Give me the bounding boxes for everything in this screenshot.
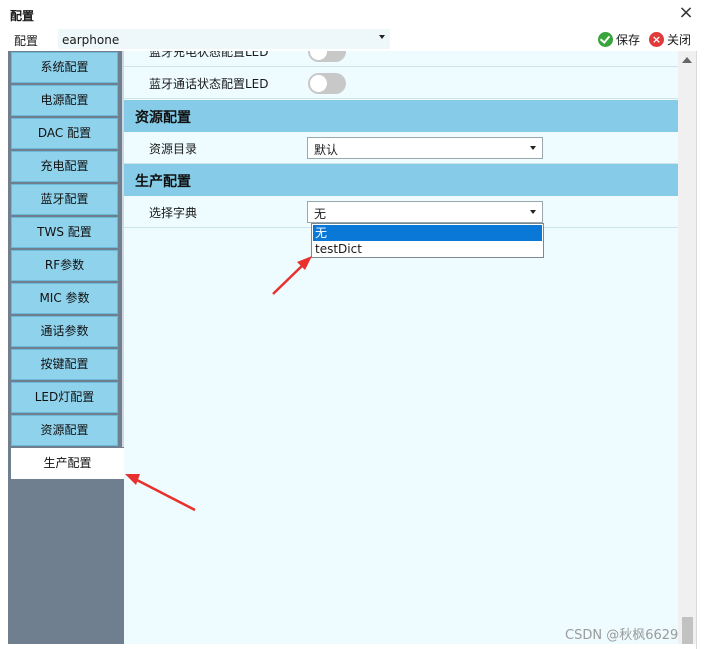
toolbar: 配置 earphone 保存 × 关闭 xyxy=(0,28,704,50)
sidebar-item-call[interactable]: 通话参数 xyxy=(11,316,118,347)
setting-row-charge-led: 蓝牙充电状态配置LED xyxy=(124,51,678,67)
dropdown-option[interactable]: testDict xyxy=(313,241,542,257)
sidebar-item-charge[interactable]: 充电配置 xyxy=(11,151,118,182)
section-title: 生产配置 xyxy=(135,174,191,190)
dropdown-option[interactable]: 无 xyxy=(313,225,542,241)
config-window: 配置 × 配置 earphone 保存 × 关闭 系统配置 电源配置 DAC 配… xyxy=(0,0,712,649)
setting-label: 蓝牙通话状态配置LED xyxy=(149,77,269,91)
setting-label: 蓝牙充电状态配置LED xyxy=(149,51,269,59)
resource-dir-select[interactable]: 默认 xyxy=(307,137,543,159)
sidebar-item-production[interactable]: 生产配置 xyxy=(11,448,124,479)
dict-select-value: 无 xyxy=(314,207,327,221)
setting-row-resource-dir: 资源目录 默认 xyxy=(124,132,678,164)
dict-dropdown-list: 无 testDict xyxy=(311,223,544,258)
title-bar: 配置 × xyxy=(0,0,704,28)
watermark: CSDN @秋枫6629 xyxy=(565,628,679,643)
sidebar-item-tws[interactable]: TWS 配置 xyxy=(11,217,118,248)
window-edge xyxy=(696,51,712,649)
scrollbar-thumb[interactable] xyxy=(682,617,693,644)
toolbar-config-label: 配置 xyxy=(14,34,39,48)
setting-label: 选择字典 xyxy=(149,206,198,220)
call-led-toggle[interactable] xyxy=(308,73,346,94)
section-title: 资源配置 xyxy=(135,110,191,126)
charge-led-toggle[interactable] xyxy=(308,51,346,62)
section-header-production: 生产配置 xyxy=(124,164,678,196)
scrollbar-track[interactable] xyxy=(682,73,692,617)
save-button-label: 保存 xyxy=(616,32,641,47)
sidebar-item-mic[interactable]: MIC 参数 xyxy=(11,283,118,314)
sidebar: 系统配置 电源配置 DAC 配置 充电配置 蓝牙配置 TWS 配置 RF参数 M… xyxy=(8,51,126,644)
save-button[interactable]: 保存 xyxy=(598,30,640,48)
chevron-down-icon xyxy=(379,35,385,39)
close-window-icon[interactable]: × xyxy=(676,3,696,23)
resource-dir-value: 默认 xyxy=(314,143,339,157)
section-header-resource: 资源配置 xyxy=(124,100,678,132)
setting-row-call-led: 蓝牙通话状态配置LED xyxy=(124,67,678,99)
chevron-down-icon xyxy=(530,146,536,150)
check-circle-icon xyxy=(598,31,613,47)
project-select[interactable]: earphone xyxy=(58,29,390,49)
main-scrollbar[interactable] xyxy=(678,51,696,644)
sidebar-item-bluetooth[interactable]: 蓝牙配置 xyxy=(11,184,118,215)
sidebar-item-keys[interactable]: 按键配置 xyxy=(11,349,118,380)
close-button[interactable]: × 关闭 xyxy=(649,30,691,48)
sidebar-item-led[interactable]: LED灯配置 xyxy=(11,382,118,413)
setting-label: 资源目录 xyxy=(149,142,198,156)
sidebar-item-dac[interactable]: DAC 配置 xyxy=(11,118,118,149)
chevron-down-icon xyxy=(530,210,536,214)
sidebar-item-resource[interactable]: 资源配置 xyxy=(11,415,118,446)
window-title: 配置 xyxy=(10,9,35,23)
sidebar-item-rf[interactable]: RF参数 xyxy=(11,250,118,281)
sidebar-item-system[interactable]: 系统配置 xyxy=(11,52,118,83)
scroll-up-icon[interactable] xyxy=(682,57,692,63)
config-panel: 蓝牙充电状态配置LED 蓝牙通话状态配置LED 资源配置 资源目录 默认 生产配… xyxy=(124,51,678,644)
close-button-label: 关闭 xyxy=(667,32,692,47)
dict-select[interactable]: 无 xyxy=(307,201,543,223)
sidebar-item-power[interactable]: 电源配置 xyxy=(11,85,118,116)
project-select-value: earphone xyxy=(62,33,120,47)
close-circle-icon: × xyxy=(649,31,664,47)
